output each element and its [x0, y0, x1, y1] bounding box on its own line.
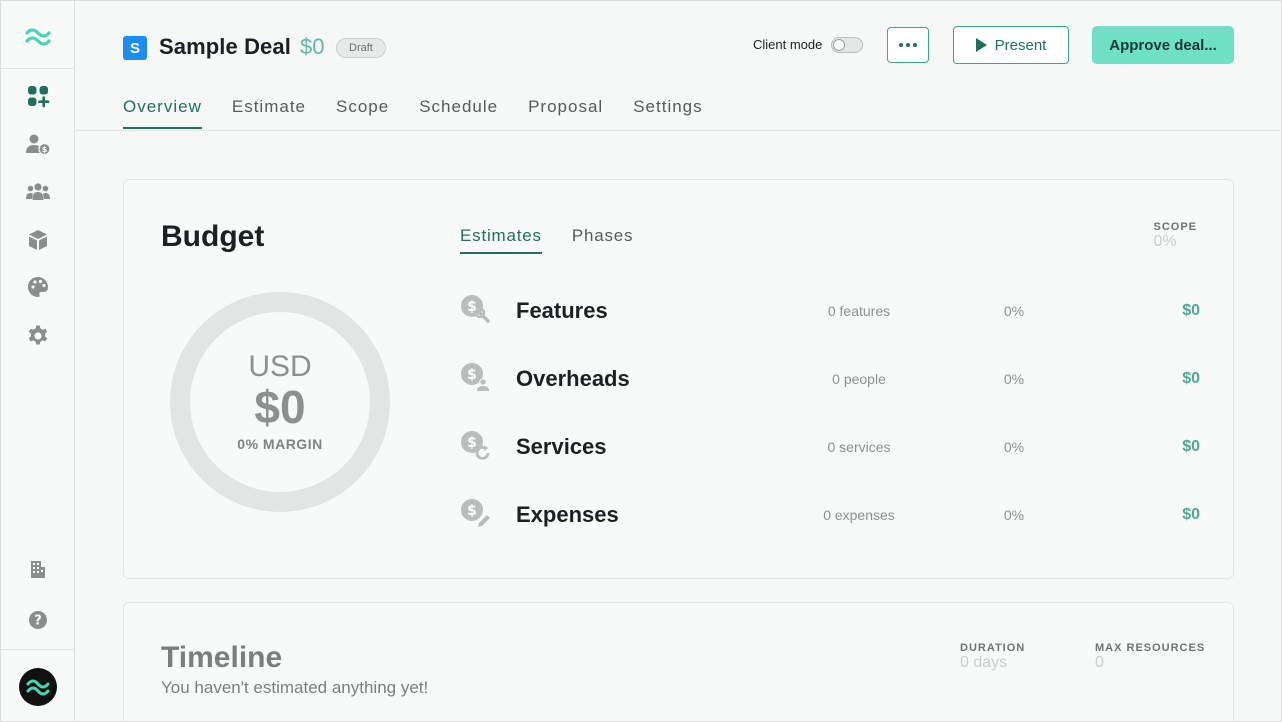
- svg-text:$: $: [467, 367, 477, 383]
- scope-stat: SCOPE 0%: [1153, 221, 1197, 251]
- row-amount: $0: [1182, 506, 1200, 523]
- deal-tabs: Overview Estimate Scope Schedule Proposa…: [123, 97, 733, 129]
- dashboard-add-icon[interactable]: [25, 83, 51, 109]
- estimate-row-services[interactable]: $ Services 0 services 0% $0: [460, 430, 1200, 464]
- dot: [906, 43, 910, 47]
- present-label: Present: [994, 36, 1047, 54]
- row-name: Overheads: [516, 366, 630, 391]
- dollar-person-icon: $: [461, 363, 489, 391]
- duration-value: 0 days: [960, 654, 1008, 671]
- deal-amount: $0: [300, 34, 325, 59]
- gear-icon[interactable]: [25, 323, 51, 349]
- timeline-card: Timeline You haven't estimated anything …: [123, 602, 1234, 721]
- sidebar-divider: [1, 68, 74, 69]
- deal-title[interactable]: Sample Deal: [159, 34, 291, 60]
- package-icon[interactable]: [25, 227, 51, 253]
- dot: [913, 43, 917, 47]
- donut-label: USD $0 0% MARGIN: [170, 292, 390, 512]
- sidebar: $ ?: [1, 1, 75, 721]
- row-percent: 0%: [1003, 303, 1025, 319]
- approve-deal-button[interactable]: Approve deal...: [1092, 26, 1234, 64]
- help-icon[interactable]: ?: [25, 607, 51, 633]
- budget-currency: USD: [248, 350, 312, 383]
- estimate-row-features[interactable]: $ Features 0 features 0% $0: [460, 294, 1200, 328]
- tab-schedule[interactable]: Schedule: [419, 97, 498, 129]
- tab-phases[interactable]: Phases: [572, 226, 634, 254]
- app-window: $ ? S Sample Deal $0 Draft Client mode P…: [0, 0, 1282, 722]
- svg-text:?: ?: [34, 614, 42, 629]
- play-icon: [975, 38, 987, 52]
- budget-sub-tabs: Estimates Phases: [460, 226, 663, 254]
- dollar-pencil-icon: $: [461, 499, 490, 527]
- max-resources-value: 0: [1095, 654, 1104, 671]
- client-dollar-icon[interactable]: $: [25, 132, 51, 158]
- tab-estimate[interactable]: Estimate: [232, 97, 306, 129]
- svg-text:$: $: [467, 435, 477, 451]
- more-options-button[interactable]: [887, 27, 929, 63]
- budget-title: Budget: [161, 220, 265, 253]
- palette-icon[interactable]: [25, 274, 51, 300]
- row-percent: 0%: [1003, 439, 1025, 455]
- sidebar-divider: [1, 649, 74, 650]
- row-name: Expenses: [516, 502, 619, 527]
- budget-margin: 0% MARGIN: [237, 436, 323, 452]
- dot: [899, 43, 903, 47]
- budget-total: $0: [254, 381, 306, 433]
- row-count: 0 expenses: [823, 507, 895, 523]
- max-resources-stat: MAX RESOURCES 0: [1095, 642, 1205, 672]
- row-amount: $0: [1182, 370, 1200, 387]
- toggle-knob: [833, 39, 845, 51]
- tab-scope[interactable]: Scope: [336, 97, 389, 129]
- row-count: 0 features: [827, 303, 891, 319]
- deal-badge: S: [123, 36, 147, 60]
- max-resources-label: MAX RESOURCES: [1095, 642, 1206, 654]
- dollar-wrench-icon: $: [461, 295, 490, 323]
- tab-estimates[interactable]: Estimates: [460, 226, 542, 254]
- timeline-subtitle: You haven't estimated anything yet!: [161, 678, 429, 697]
- timeline-title: Timeline: [161, 641, 283, 674]
- deal-header: S Sample Deal $0 Draft Client mode Prese…: [75, 1, 1281, 131]
- client-mode-toggle[interactable]: [831, 37, 863, 53]
- scope-label: SCOPE: [1153, 221, 1197, 233]
- svg-text:$: $: [42, 145, 48, 154]
- building-icon[interactable]: [25, 556, 51, 582]
- duration-label: DURATION: [960, 642, 1026, 654]
- row-name: Services: [516, 434, 607, 459]
- row-percent: 0%: [1003, 507, 1025, 523]
- logo-icon[interactable]: [25, 23, 51, 49]
- row-percent: 0%: [1003, 371, 1025, 387]
- dollar-refresh-icon: $: [461, 431, 490, 460]
- row-amount: $0: [1182, 438, 1200, 455]
- tab-settings[interactable]: Settings: [633, 97, 702, 129]
- tab-overview[interactable]: Overview: [123, 97, 202, 129]
- scope-value: 0%: [1153, 233, 1177, 250]
- status-badge: Draft: [336, 38, 386, 58]
- present-button[interactable]: Present: [953, 26, 1069, 64]
- row-name: Features: [516, 298, 608, 323]
- row-count: 0 people: [832, 371, 886, 387]
- client-mode-label: Client mode: [753, 37, 823, 52]
- svg-text:$: $: [467, 503, 477, 519]
- avatar[interactable]: [19, 668, 57, 706]
- row-amount: $0: [1182, 302, 1200, 319]
- row-count: 0 services: [827, 439, 891, 455]
- budget-card: Budget USD $0 0% MARGIN Estimates Phases…: [123, 179, 1234, 579]
- estimate-row-overheads[interactable]: $ Overheads 0 people 0% $0: [460, 362, 1200, 396]
- duration-stat: DURATION 0 days: [960, 642, 1025, 672]
- tab-proposal[interactable]: Proposal: [528, 97, 603, 129]
- team-icon[interactable]: [25, 179, 51, 205]
- estimate-row-expenses[interactable]: $ Expenses 0 expenses 0% $0: [460, 498, 1200, 532]
